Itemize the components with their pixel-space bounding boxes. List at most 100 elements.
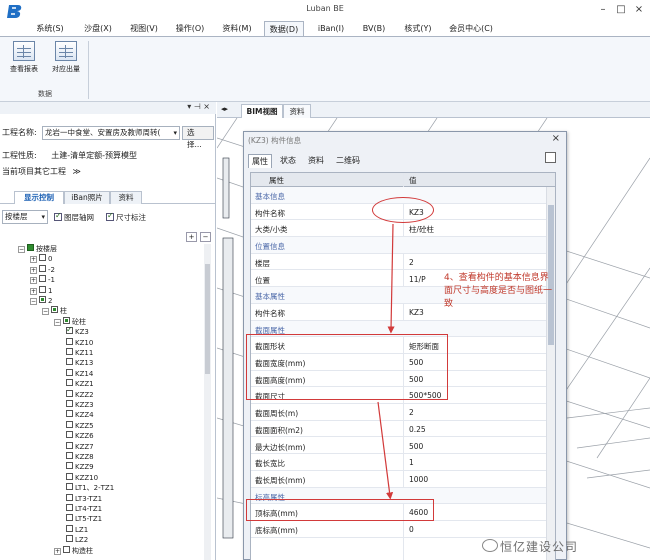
tree-checkbox[interactable] [39,275,46,283]
grid-row[interactable]: 截面面积(m2) 0.25 [251,421,555,438]
tree-checkbox[interactable] [51,306,58,314]
expand-all-button[interactable]: + [186,232,197,242]
tab-properties[interactable]: 属性 [248,154,272,168]
tab-material[interactable]: 资料 [110,191,142,204]
tree-node[interactable]: KZ11 [66,348,93,357]
tree-checkbox[interactable] [66,400,73,407]
dimension-checkbox[interactable]: 尺寸标注 [106,211,146,223]
tree-node[interactable]: LT1、2-TZ1 [66,483,114,492]
tree-node[interactable]: KZZ5 [66,420,94,430]
tree-node[interactable]: −2 [30,296,52,305]
tree-checkbox[interactable] [66,368,73,376]
expand-icon[interactable]: + [54,547,61,555]
tree-checkbox[interactable] [66,483,73,491]
tree-checkbox[interactable] [66,389,73,397]
tree-node[interactable]: KZ14 [66,368,93,378]
tree-checkbox[interactable] [39,285,46,293]
pin-icon[interactable]: ▾ ⊣ × [187,102,210,111]
tree-node[interactable]: KZZ8 [66,452,94,461]
tab-status[interactable]: 状态 [276,154,300,168]
tree-checkbox[interactable] [39,296,46,303]
tree-node[interactable]: KZZ2 [66,389,94,399]
menu-member[interactable]: 会员中心(C) [444,21,498,36]
collapse-all-button[interactable]: − [200,232,211,242]
tree-node[interactable]: LT3-TZ1 [66,493,102,503]
grid-scrollbar[interactable] [546,187,555,560]
tree-node[interactable]: KZ13 [66,358,93,367]
tree-checkbox[interactable] [66,348,73,355]
tree-node[interactable]: LT4-TZ1 [66,504,102,513]
expand-icon[interactable]: + [30,277,37,285]
tree-node[interactable]: LZ2 [66,535,88,544]
grid-row[interactable]: 楼层 2 [251,254,555,271]
tree-node[interactable]: − 按楼层 [18,244,57,253]
tab-iban-photo[interactable]: iBan照片 [64,191,110,204]
tree-checkbox[interactable] [63,545,70,553]
export-icon[interactable] [545,152,556,163]
collapse-icon[interactable]: − [42,308,49,316]
layer-grid-checkbox[interactable]: 图层轴网 [54,211,94,223]
menu-data[interactable]: 数据(D) [264,21,304,36]
tab-documents[interactable]: 资料 [304,154,328,168]
expand-icon[interactable]: + [30,287,37,295]
tree-node[interactable]: LZ1 [66,524,88,534]
menu-material[interactable]: 资料(M) [216,21,258,36]
grid-row[interactable]: 最大边长(mm) 500 [251,438,555,455]
grid-row[interactable]: 底标高(mm) 0 [251,521,555,538]
tree-node[interactable]: + -1 [30,275,55,285]
expand-icon[interactable]: + [30,256,37,264]
minimize-icon[interactable]: – [594,2,612,18]
close-icon[interactable]: × [630,2,648,18]
tree-checkbox[interactable] [66,472,73,480]
grid-row[interactable]: 截长周长(mm) 1000 [251,471,555,488]
tree-node[interactable]: LT5-TZ1 [66,514,102,523]
menu-sandbox[interactable]: 沙盘(X) [78,21,118,36]
tree-node[interactable]: KZZ7 [66,441,94,451]
tree-checkbox[interactable] [66,524,73,532]
tree-checkbox[interactable] [39,264,46,272]
output-quantity-button[interactable]: 对应出量 [48,41,84,81]
menu-bv[interactable]: BV(B) [356,21,392,36]
collapse-icon[interactable]: − [54,318,61,326]
tree-node[interactable]: + 构造柱 [54,545,93,555]
tree-checkbox[interactable] [66,379,73,387]
tree-checkbox[interactable] [66,410,73,418]
dialog-close-icon[interactable]: × [552,133,560,144]
tree-node[interactable]: KZZ9 [66,462,94,471]
tab-display-control[interactable]: 显示控制 [14,191,64,204]
tree-checkbox[interactable] [66,431,73,439]
tree-node[interactable]: KZZ3 [66,400,94,409]
tree-checkbox[interactable] [66,358,73,366]
tab-main-material[interactable]: 资料 [283,104,311,118]
tree-checkbox[interactable] [66,514,73,522]
tree-checkbox[interactable] [66,420,73,428]
menu-operate[interactable]: 操作(O) [170,21,210,36]
view-report-button[interactable]: 查看报表 [6,41,42,81]
tab-qrcode[interactable]: 二维码 [332,154,364,168]
menu-iban[interactable]: iBan(I) [312,21,350,36]
grid-section-row[interactable]: 位置信息 [251,237,555,254]
tree-checkbox[interactable] [66,493,73,501]
maximize-icon[interactable]: □ [612,2,630,18]
tree-node[interactable]: + -2 [30,264,55,274]
tree-node[interactable]: − 柱 [42,306,67,316]
tree-checkbox[interactable] [39,254,46,262]
tree-node[interactable]: +0 [30,254,52,264]
tree-node[interactable]: KZZ1 [66,379,94,388]
menu-view[interactable]: 视图(V) [124,21,164,36]
group-by-select[interactable]: 按楼层 ▾ [2,210,48,224]
tree-checkbox[interactable] [66,535,73,543]
tab-nav-icon[interactable]: ◂▸ [221,105,228,113]
tree-scrollbar[interactable] [204,244,211,560]
tree-node[interactable]: KZZ6 [66,431,94,440]
tree-checkbox[interactable] [66,462,73,470]
expand-icon[interactable]: + [30,266,37,274]
tree-node[interactable]: KZ10 [66,337,93,347]
tree-checkbox[interactable] [63,316,70,324]
tab-bim-view[interactable]: BIM视图 [241,104,283,118]
tree-node[interactable]: KZZ4 [66,410,94,419]
tree-node[interactable]: KZZ10 [66,472,98,482]
tree-checkbox[interactable] [66,504,73,511]
scrollbar-thumb[interactable] [205,264,210,374]
choose-project-button[interactable]: 选择... [182,126,214,149]
